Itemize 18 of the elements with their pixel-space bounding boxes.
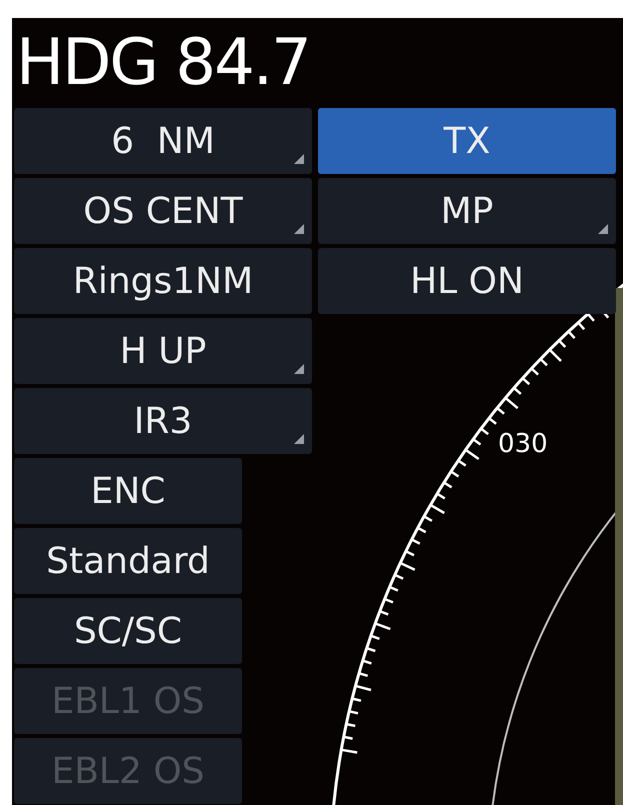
menu-button[interactable]: IR3 [14,388,312,454]
menu-button[interactable]: H UP [14,318,312,384]
caret-icon [294,224,304,234]
menu-button[interactable]: ENC [14,458,242,524]
menu-button[interactable]: TX [318,108,616,174]
bearing-label: 030 [498,429,548,459]
menu-button[interactable]: Standard [14,528,242,594]
caret-icon [598,224,608,234]
caret-icon [294,434,304,444]
menu-button[interactable]: SC/SC [14,598,242,664]
caret-icon [294,154,304,164]
menu-button[interactable]: Rings1NM [14,248,312,314]
menu-button[interactable]: OS CENT [14,178,312,244]
menu-button[interactable]: 6 NM [14,108,312,174]
menu-button[interactable]: MP [318,178,616,244]
caret-icon [294,364,304,374]
heading-readout: HDG 84.7 [16,25,311,102]
menu-button[interactable]: HL ON [318,248,616,314]
